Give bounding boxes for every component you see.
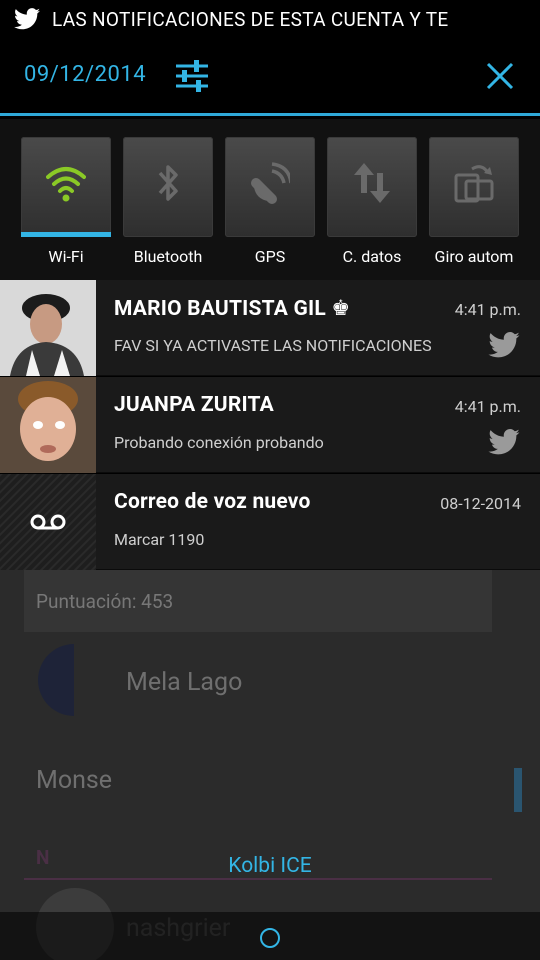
notification-title: Correo de voz nuevo xyxy=(114,490,311,514)
ticker-text: LAS NOTIFICACIONES DE ESTA CUENTA Y TE xyxy=(52,7,449,31)
notification-item[interactable]: Correo de voz nuevo 08-12-2014 Marcar 11… xyxy=(0,474,540,570)
twitter-bird-icon xyxy=(14,8,40,30)
date-label[interactable]: 09/12/2014 xyxy=(24,62,146,87)
twitter-bird-icon xyxy=(488,429,520,455)
twitter-bird-icon xyxy=(488,332,520,358)
contact-name: Mela Lago xyxy=(126,668,243,697)
toggle-wifi[interactable]: Wi-Fi xyxy=(21,137,111,266)
notification-header: 09/12/2014 xyxy=(0,38,540,116)
toggle-label: GPS xyxy=(254,247,286,266)
notification-time: 4:41 p.m. xyxy=(454,397,521,416)
avatar xyxy=(0,280,96,376)
contact-name: Monse xyxy=(36,766,113,795)
notification-item[interactable]: MARIO BAUTISTA GIL ♚ 4:41 p.m. FAV SI YA… xyxy=(0,280,540,376)
section-divider xyxy=(24,878,492,880)
toggle-rotate[interactable]: Giro autom xyxy=(429,137,519,266)
notification-title: MARIO BAUTISTA GIL ♚ xyxy=(114,297,351,321)
toggle-data[interactable]: C. datos xyxy=(327,137,417,266)
notification-item[interactable]: JUANPA ZURITA 4:41 p.m. Probando conexió… xyxy=(0,377,540,473)
avatar xyxy=(0,377,96,473)
wifi-icon xyxy=(46,167,86,202)
toggle-label: Giro autom xyxy=(434,247,514,266)
carrier-label: Kolbi ICE xyxy=(228,854,312,878)
toggle-label: Wi-Fi xyxy=(48,247,84,266)
toggle-gps[interactable]: GPS xyxy=(225,137,315,266)
drag-handle-icon[interactable] xyxy=(260,928,280,948)
notification-body: FAV SI YA ACTIVASTE LAS NOTIFICACIONES xyxy=(114,336,432,355)
scrollbar xyxy=(514,768,522,812)
score-text: Puntuación: 453 xyxy=(36,590,174,613)
toggle-label: C. datos xyxy=(342,247,402,266)
toggle-bluetooth-button[interactable] xyxy=(123,137,213,237)
background-app: Puntuación: 453 Mela Lago Monse N nashgr… xyxy=(0,570,540,960)
notification-title: JUANPA ZURITA xyxy=(114,393,274,417)
status-ticker: LAS NOTIFICACIONES DE ESTA CUENTA Y TE xyxy=(0,0,540,38)
toggle-gps-button[interactable] xyxy=(225,137,315,237)
settings-sliders-icon[interactable] xyxy=(174,58,210,94)
notification-body: Probando conexión probando xyxy=(114,433,324,452)
quick-settings-toggles: Wi-Fi Bluetooth GPS C. datos Giro autom xyxy=(0,119,540,280)
toggle-wifi-button[interactable] xyxy=(21,137,111,237)
auto-rotate-icon xyxy=(454,165,494,203)
data-arrows-icon xyxy=(354,163,390,203)
gps-icon xyxy=(251,162,290,204)
avatar xyxy=(38,644,74,716)
voicemail-icon xyxy=(0,474,96,570)
notification-time: 4:41 p.m. xyxy=(454,300,521,319)
close-icon[interactable] xyxy=(484,60,516,92)
toggle-rotate-button[interactable] xyxy=(429,137,519,237)
toggle-data-button[interactable] xyxy=(327,137,417,237)
toggle-bluetooth[interactable]: Bluetooth xyxy=(123,137,213,266)
notification-time: 08-12-2014 xyxy=(440,494,521,513)
bottom-handle-bar[interactable] xyxy=(0,912,540,960)
notification-body: Marcar 1190 xyxy=(114,530,205,549)
bluetooth-icon xyxy=(158,165,178,201)
toggle-label: Bluetooth xyxy=(133,247,203,266)
